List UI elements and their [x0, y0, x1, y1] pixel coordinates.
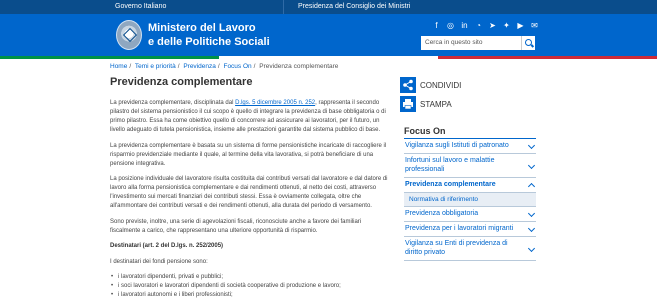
- dlgs-link[interactable]: D.lgs. 5 dicembre 2005 n. 252: [235, 100, 315, 106]
- chevron-down-icon: [527, 244, 536, 252]
- sub-item-normativa[interactable]: Normativa di riferimento: [404, 193, 536, 207]
- rss-icon[interactable]: ◔: [474, 21, 483, 30]
- nav-item-previdenza-obbligatoria[interactable]: Previdenza obbligatoria: [404, 207, 536, 222]
- facebook-icon[interactable]: f: [432, 21, 441, 30]
- nav-item-enti-previdenza[interactable]: Vigilanza su Enti di previdenza di dirit…: [404, 237, 536, 261]
- print-label: STAMPA: [420, 99, 452, 109]
- chevron-down-icon: [527, 224, 536, 233]
- paragraph-destinatari: I destinatari dei fondi pensione sono:: [110, 258, 208, 265]
- search-icon[interactable]: [521, 36, 535, 50]
- tricolore-bar: [0, 56, 657, 59]
- share-button[interactable]: CONDIVIDI: [400, 77, 461, 93]
- site-header: Ministero del Lavoro e delle Politiche S…: [0, 14, 657, 56]
- breadcrumb-current: Previdenza complementare: [259, 63, 339, 70]
- breadcrumb-focus-on[interactable]: Focus On: [223, 63, 251, 70]
- republic-emblem-icon[interactable]: [116, 20, 142, 50]
- breadcrumb-temi[interactable]: Temi e priorità: [135, 63, 176, 70]
- print-icon: [400, 96, 416, 112]
- list-item: i lavoratori autonomi e i liberi profess…: [110, 291, 390, 300]
- linkedin-icon[interactable]: in: [460, 21, 469, 30]
- list-item: i lavoratori dipendenti, privati e pubbl…: [110, 273, 390, 282]
- main-content: La previdenza complementare, disciplinat…: [110, 99, 390, 300]
- chevron-down-icon: [527, 161, 536, 169]
- chevron-up-icon: [527, 182, 536, 191]
- paragraph-intro: La previdenza complementare, disciplinat…: [110, 100, 386, 133]
- paragraph-system: La previdenza complementare è basata su …: [110, 142, 387, 167]
- section-heading-destinatari: Destinatari (art. 2 del D.lgs. n. 252/20…: [110, 243, 224, 249]
- topbar-divider: [283, 0, 284, 14]
- destinatari-list: i lavoratori dipendenti, privati e pubbl…: [110, 273, 390, 300]
- print-button[interactable]: STAMPA: [400, 96, 452, 112]
- tricolore-red: [438, 56, 657, 59]
- chevron-down-icon: [527, 209, 536, 218]
- share-label: CONDIVIDI: [420, 80, 462, 90]
- paragraph-position: La posizione individuale del lavoratore …: [110, 176, 388, 209]
- nav-item-vigilanza-patronato[interactable]: Vigilanza sugli Istituti di patronato: [404, 139, 536, 154]
- share-icon: [400, 77, 416, 93]
- nav-item-previdenza-complementare[interactable]: Previdenza complementare: [404, 178, 536, 193]
- tricolore-white: [219, 56, 438, 59]
- focus-on-title: Focus On: [404, 126, 446, 136]
- focus-on-nav: Vigilanza sugli Istituti di patronato In…: [404, 139, 536, 261]
- list-item: i soci lavoratori e lavoratori dipendent…: [110, 282, 390, 291]
- ministry-title[interactable]: Ministero del Lavoro e delle Politiche S…: [148, 21, 270, 49]
- paragraph-tax: Sono previste, inoltre, una serie di age…: [110, 218, 362, 234]
- search-input[interactable]: Cerca in questo sito: [421, 36, 521, 50]
- ministry-title-line2: e delle Politiche Sociali: [148, 36, 270, 48]
- breadcrumb-previdenza[interactable]: Previdenza: [183, 63, 216, 70]
- tricolore-green: [0, 56, 219, 59]
- twitter-icon[interactable]: ✦: [502, 21, 511, 30]
- social-links: f ◎ in ◔ ➤ ✦ ▶ ✉: [432, 21, 539, 30]
- presidenza-link[interactable]: Presidenza del Consiglio dei Ministri: [298, 3, 410, 10]
- top-bar: Governo Italiano Presidenza del Consigli…: [0, 0, 657, 14]
- page-title: Previdenza complementare: [110, 76, 253, 88]
- ministry-title-line1: Ministero del Lavoro: [148, 22, 256, 34]
- nav-item-infortuni[interactable]: Infortuni sul lavoro e malattie professi…: [404, 154, 536, 178]
- nav-item-lavoratori-migranti[interactable]: Previdenza per i lavoratori migranti: [404, 222, 536, 237]
- breadcrumb-home[interactable]: Home: [110, 63, 127, 70]
- instagram-icon[interactable]: ◎: [446, 21, 455, 30]
- governo-italiano-link[interactable]: Governo Italiano: [115, 3, 166, 10]
- breadcrumb: Home / Temi e priorità / Previdenza / Focus…: [110, 63, 339, 70]
- youtube-icon[interactable]: ▶: [516, 21, 525, 30]
- telegram-icon[interactable]: ➤: [488, 21, 497, 30]
- chevron-down-icon: [527, 141, 536, 150]
- mail-icon[interactable]: ✉: [530, 21, 539, 30]
